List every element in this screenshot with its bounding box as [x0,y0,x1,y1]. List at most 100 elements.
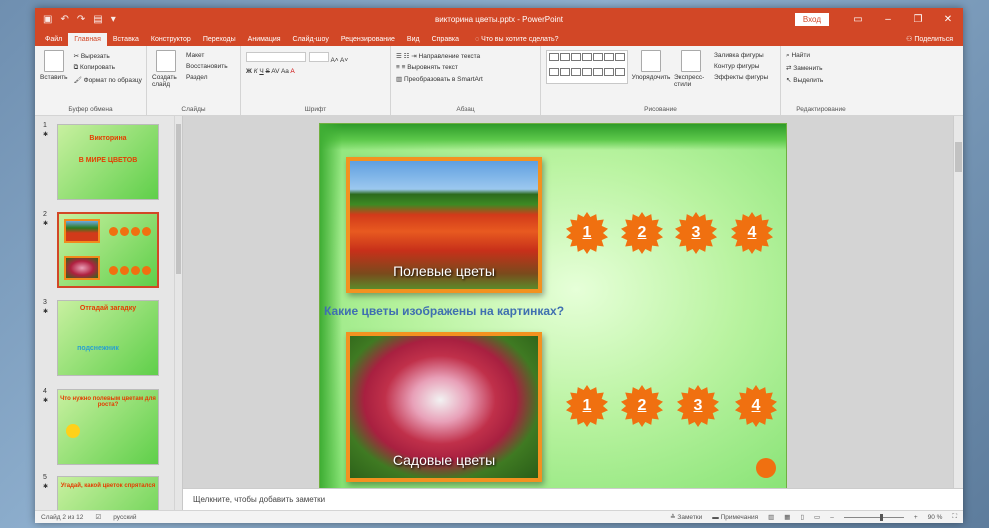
answer-button[interactable]: 1 [566,212,608,254]
tab-view[interactable]: Вид [401,33,426,46]
direction-button[interactable]: Направление текста [419,53,481,60]
tab-file[interactable]: Файл [39,33,68,46]
shape-effects-button[interactable]: Эффекты фигуры [714,74,768,81]
align-left-icon[interactable]: ≡ [396,64,400,71]
notes-pane[interactable]: Щелкните, чтобы добавить заметки [183,488,963,510]
tab-animations[interactable]: Анимация [242,33,287,46]
slide-scrollbar[interactable] [953,116,963,488]
thumbnail-slide-2[interactable] [57,212,159,288]
tab-help[interactable]: Справка [426,33,465,46]
tab-insert[interactable]: Вставка [107,33,145,46]
arrange-button[interactable]: Упорядочить [631,50,671,103]
minimize-icon[interactable]: – [873,14,903,25]
new-slide-button[interactable]: Создать слайд [152,50,180,103]
answer-button[interactable]: 4 [735,385,777,427]
ribbon-display-icon[interactable]: ▭ [843,14,873,25]
tab-transitions[interactable]: Переходы [197,33,242,46]
select-button[interactable]: ↖ Выделить [786,76,823,84]
fit-slide-icon[interactable]: ⛶ [952,513,957,521]
normal-view-icon[interactable]: ▥ [768,513,774,521]
section-button[interactable]: Раздел [186,74,228,81]
title-bar: ▣ ↶ ↷ ▤ ▾ викторина цветы.pptx - PowerPo… [35,8,963,30]
cut-button[interactable]: ✂ Вырезать [74,52,142,60]
slideshow-view-icon[interactable]: ▭ [814,513,820,521]
smartart-button[interactable]: Преобразовать в SmartArt [404,76,483,83]
answer-button[interactable]: 3 [675,212,717,254]
redo-icon[interactable]: ↷ [77,14,85,25]
zoom-slider[interactable] [843,513,904,521]
comment-icon: ▬ [712,513,721,521]
shape-outline-button[interactable]: Контур фигуры [714,63,768,70]
italic-icon[interactable]: К [254,68,258,75]
tab-home[interactable]: Главная [68,33,107,46]
underline-icon[interactable]: Ч [259,68,263,75]
thumb-field-photo [64,219,100,243]
answer-button[interactable]: 2 [621,385,663,427]
next-slide-trigger[interactable] [756,458,776,478]
present-icon[interactable]: ▤ [93,14,102,25]
maximize-icon[interactable]: ❐ [903,14,933,25]
close-icon[interactable]: ✕ [933,14,963,25]
undo-icon[interactable]: ↶ [60,14,68,25]
case-icon[interactable]: Aa [281,68,289,75]
format-painter-button[interactable]: 🖌 Формат по образцу [74,76,142,84]
tab-review[interactable]: Рецензирование [335,33,401,46]
thumbnail-slide-1[interactable]: Викторина В МИРЕ ЦВЕТОВ [57,124,159,200]
signin-button[interactable]: Вход [794,12,829,26]
answer-button[interactable]: 2 [621,212,663,254]
quick-styles-button[interactable]: Экспресс-стили [674,50,708,103]
bold-icon[interactable]: Ж [246,68,252,75]
reading-view-icon[interactable]: ▯ [800,513,804,521]
save-icon[interactable]: ▣ [43,14,52,25]
format-painter-label: Формат по образцу [83,77,142,84]
garden-flowers-photo[interactable]: Садовые цветы [346,332,542,482]
notes-toggle-button[interactable]: ≙ Заметки [670,513,702,521]
answer-button[interactable]: 1 [566,385,608,427]
thumbnail-slide-4[interactable]: Что нужно полевым цветам для роста? [57,389,159,465]
field-flowers-photo[interactable]: Полевые цветы [346,157,542,293]
font-size-input[interactable] [309,52,329,62]
language-indicator[interactable]: русский [113,514,136,521]
zoom-out-icon[interactable]: – [830,514,834,521]
strike-icon[interactable]: S [266,68,270,75]
zoom-level[interactable]: 90 % [928,514,943,521]
shape-fill-button[interactable]: Заливка фигуры [714,52,768,59]
numbering-icon[interactable]: ☷ [404,53,410,60]
shrink-font-icon[interactable]: A˅ [340,57,348,64]
font-name-input[interactable] [246,52,306,62]
reset-button[interactable]: Восстановить [186,63,228,70]
slide-editor: Полевые цветы 1 2 3 4 Какие цветы изобра… [183,116,963,510]
select-label: Выделить [793,77,824,84]
bullets-icon[interactable]: ☰ [396,53,402,60]
align-text-button[interactable]: Выровнять текст [407,64,458,71]
tell-me-search[interactable]: ◌ Что вы хотите сделать? [469,33,565,46]
grow-font-icon[interactable]: A˄ [330,57,338,64]
indent-icon[interactable]: ⇥ [411,53,416,60]
find-button[interactable]: ⌕ Найти [786,52,823,60]
spacing-icon[interactable]: AV [271,68,279,75]
tab-design[interactable]: Конструктор [145,33,197,46]
shapes-gallery[interactable] [546,50,628,84]
thumbnails-scrollbar[interactable] [174,116,182,510]
zoom-in-icon[interactable]: + [914,514,918,521]
columns-icon[interactable]: ▥ [396,76,402,83]
arrange-label: Упорядочить [631,74,671,81]
layout-button[interactable]: Макет [186,52,228,59]
align-center-icon[interactable]: ≡ [402,64,406,71]
font-color-icon[interactable]: A [290,68,294,75]
share-button[interactable]: ⚇ Поделиться [900,32,963,46]
paste-button[interactable]: Вставить [40,50,68,103]
comments-toggle-button[interactable]: ▬ Примечания [712,514,758,521]
current-slide[interactable]: Полевые цветы 1 2 3 4 Какие цветы изобра… [319,123,787,493]
copy-button[interactable]: ⧉ Копировать [74,64,142,72]
answer-button[interactable]: 4 [731,212,773,254]
slide-thumbnails-pane[interactable]: 1 ✱ Викторина В МИРЕ ЦВЕТОВ 2 ✱ 3 ✱ Отга… [35,116,183,510]
answer-button[interactable]: 3 [677,385,719,427]
replace-button[interactable]: ⇄ Заменить [786,64,823,72]
spellcheck-icon[interactable]: ☑ [95,513,101,521]
sorter-view-icon[interactable]: ▦ [784,513,790,521]
thumbnail-slide-3[interactable]: Отгадай загадку подснежник [57,300,159,376]
thumbnail-slide-5[interactable]: Угадай, какой цветок спрятался [57,476,159,510]
customize-qat-icon[interactable]: ▾ [111,14,116,25]
tab-slideshow[interactable]: Слайд-шоу [287,33,335,46]
